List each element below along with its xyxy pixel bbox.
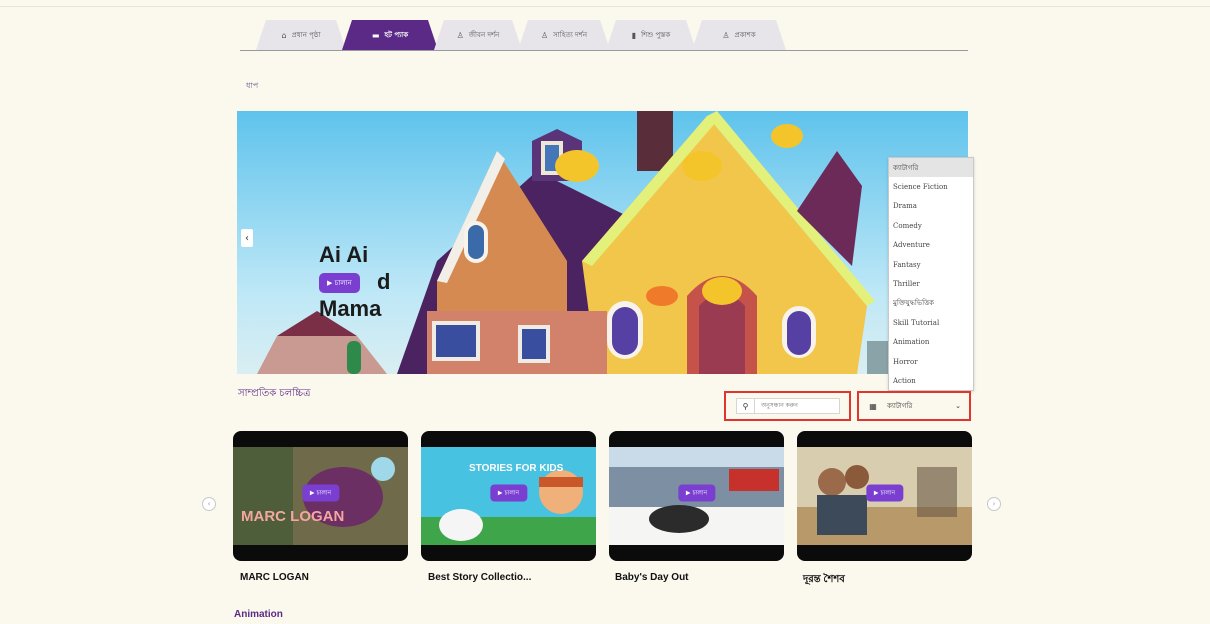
- main-tabs: ⌂ প্রধান পৃষ্ঠা ▬ হট প্যাক ♙ জীবন দর্শন …: [256, 20, 786, 50]
- genre-option[interactable]: মুক্তিযুদ্ধভিত্তিক: [889, 294, 973, 313]
- movie-card-title[interactable]: MARC LOGAN: [240, 572, 309, 583]
- tabs-underline: [240, 50, 968, 51]
- carousel-next-button[interactable]: ›: [987, 497, 1001, 511]
- breadcrumb[interactable]: ধাপ: [246, 80, 258, 93]
- genre-option[interactable]: Fantasy: [889, 255, 973, 274]
- card-play-button[interactable]: ▶ চালান: [677, 484, 716, 502]
- banner-prev-arrow[interactable]: ‹: [241, 229, 253, 247]
- genre-option[interactable]: Drama: [889, 197, 973, 216]
- tab-label: প্রধান পৃষ্ঠা: [291, 31, 321, 39]
- search-field-wrapper: ⚲: [736, 398, 840, 414]
- genre-option[interactable]: Adventure: [889, 236, 973, 255]
- chevron-down-icon: ⌄: [955, 402, 961, 410]
- thumb-text: STORIES FOR KIDS: [469, 463, 564, 474]
- book-icon: ▬: [371, 30, 380, 40]
- tab-label: জীবন দর্শন: [468, 31, 500, 39]
- genre-filter-value: ক্যাটাগরি: [887, 402, 913, 410]
- movie-card[interactable]: MARC LOGAN ▶ চালান: [233, 431, 408, 561]
- home-icon: ⌂: [281, 30, 287, 40]
- tab-label: প্রকাশক: [734, 31, 756, 39]
- genre-option[interactable]: Horror: [889, 352, 973, 371]
- search-box: ⚲: [724, 391, 851, 421]
- genre-option[interactable]: Science Fiction: [889, 177, 973, 196]
- tab-label: শিশু পুস্তক: [641, 31, 671, 39]
- tab-home[interactable]: ⌂ প্রধান পৃষ্ঠা: [256, 20, 346, 50]
- carousel-prev-button[interactable]: ‹: [202, 497, 216, 511]
- card-play-button[interactable]: ▶ চালান: [865, 484, 904, 502]
- tab-label: হট প্যাক: [384, 31, 409, 39]
- person-icon: ♙: [456, 30, 464, 40]
- movie-card[interactable]: ▶ চালান: [609, 431, 784, 561]
- genre-dropdown-list: ক্যাটাগরি Science Fiction Drama Comedy A…: [888, 157, 974, 391]
- section-title-animation: Animation: [234, 609, 283, 620]
- movie-card[interactable]: STORIES FOR KIDS ▶ চালান: [421, 431, 596, 561]
- genre-filter-inner: ▦ ক্যাটাগরি ⌄: [865, 398, 963, 414]
- tab-label: সাহিত্য দর্শন: [553, 31, 587, 39]
- movie-card[interactable]: ▶ চালান: [797, 431, 972, 561]
- tab-publisher[interactable]: ♙ প্রকাশক: [692, 20, 786, 50]
- tab-literature[interactable]: ♙ সাহিত্য দর্শন: [518, 20, 610, 50]
- filter-icon: ▦: [869, 401, 877, 411]
- user-icon: ♙: [722, 30, 730, 40]
- tab-hot-pack[interactable]: ▬ হট প্যাক: [342, 20, 438, 50]
- card-play-button[interactable]: ▶ চালান: [301, 484, 340, 502]
- tab-kids-books[interactable]: ▮ শিশু পুস্তক: [606, 20, 696, 50]
- movie-card-title[interactable]: Baby's Day Out: [615, 572, 689, 583]
- card-play-button[interactable]: ▶ চালান: [489, 484, 528, 502]
- thumb-text: MARC LOGAN: [241, 508, 344, 525]
- book-icon: ▮: [631, 30, 637, 40]
- movie-card-title[interactable]: Best Story Collectio...: [428, 572, 531, 583]
- genre-option[interactable]: Animation: [889, 333, 973, 352]
- banner-title-line1: Ai Ai: [319, 242, 369, 267]
- search-input[interactable]: [755, 403, 835, 409]
- section-title-recent-films: সাম্প্রতিক চলচ্চিত্র: [238, 388, 311, 399]
- banner-title-line3: Mama: [319, 296, 382, 321]
- genre-option[interactable]: ক্যাটাগরি: [889, 158, 973, 178]
- genre-option[interactable]: Action: [889, 371, 973, 390]
- movie-card-title[interactable]: দূরন্ত শৈশব: [803, 572, 845, 589]
- genre-option[interactable]: Comedy: [889, 216, 973, 235]
- search-icon[interactable]: ⚲: [737, 399, 755, 413]
- genre-option[interactable]: Thriller: [889, 274, 973, 293]
- hero-banner[interactable]: ‹ Ai Ai d Mama ▶ চালান: [237, 111, 968, 374]
- banner-play-button[interactable]: ▶ চালান: [319, 273, 360, 293]
- tab-life-philosophy[interactable]: ♙ জীবন দর্শন: [434, 20, 522, 50]
- top-divider: [0, 6, 1210, 7]
- genre-option[interactable]: Skill Tutorial: [889, 313, 973, 332]
- genre-filter[interactable]: ▦ ক্যাটাগরি ⌄: [857, 391, 971, 421]
- person-icon: ♙: [540, 30, 549, 40]
